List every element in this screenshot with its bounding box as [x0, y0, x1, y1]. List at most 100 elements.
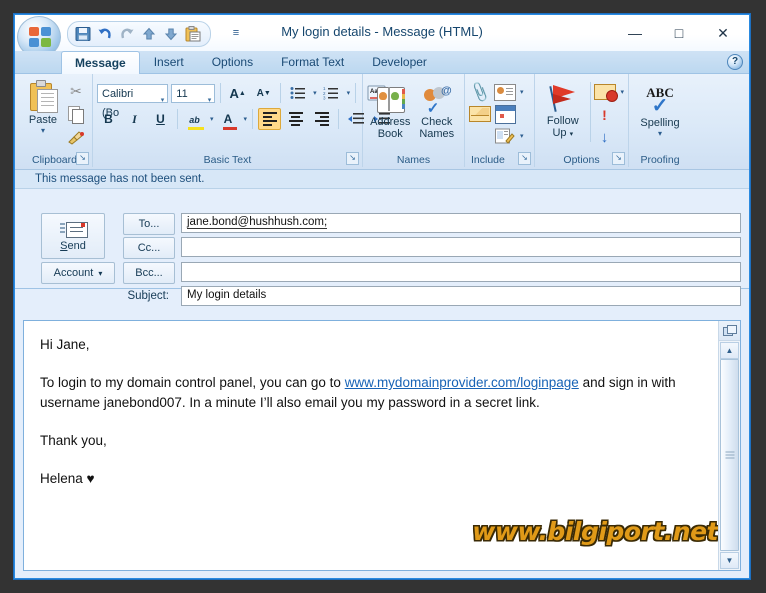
next-item-icon[interactable] — [162, 25, 180, 43]
bullets-button[interactable] — [286, 82, 309, 104]
font-size-combo[interactable]: 11 ▾ — [171, 83, 216, 104]
options-dialog-launcher[interactable]: ↘ — [612, 152, 625, 165]
align-left-button[interactable] — [258, 108, 282, 130]
attach-file-button[interactable]: 📎 — [468, 81, 491, 103]
body-text-before-link: To login to my domain control panel, you… — [40, 375, 345, 390]
follow-up-button[interactable]: Follow Up ▾ — [539, 80, 587, 141]
account-button[interactable]: Account ▾ — [41, 262, 115, 284]
qat-dropdown-icon[interactable]: ≡ — [229, 26, 243, 40]
signature-dropdown-icon[interactable]: ▾ — [520, 132, 524, 140]
align-center-icon — [288, 110, 303, 128]
tab-options[interactable]: Options — [198, 51, 267, 73]
to-input[interactable]: jane.bond@hushhush.com; — [181, 213, 741, 233]
phishing-link[interactable]: www.mydomainprovider.com/loginpage — [345, 375, 579, 390]
body-closing: Thank you, — [40, 433, 107, 448]
font-color-button[interactable]: A — [217, 108, 240, 130]
tab-format-text[interactable]: Format Text — [267, 51, 358, 73]
low-importance-button[interactable]: ↓ — [593, 128, 615, 148]
text-highlight-button[interactable]: ab — [183, 108, 206, 130]
paintbrush-icon — [67, 130, 84, 145]
high-importance-button[interactable]: ! — [593, 105, 615, 125]
compose-header-pane: Send Account ▾ To... jane.bond@hushhush.… — [15, 189, 749, 306]
minimize-button[interactable]: — — [613, 19, 657, 47]
tab-developer[interactable]: Developer — [358, 51, 441, 73]
align-center-button[interactable] — [284, 108, 307, 130]
subject-value: My login details — [187, 289, 267, 301]
help-icon[interactable]: ? — [727, 54, 743, 70]
spelling-dropdown-icon[interactable]: ▾ — [658, 130, 662, 138]
quick-access-toolbar — [67, 21, 211, 47]
undo-icon[interactable] — [96, 25, 114, 43]
copy-button[interactable] — [65, 104, 87, 124]
follow-up-dropdown-icon[interactable]: ▾ — [570, 131, 574, 138]
paste-icon[interactable] — [184, 25, 202, 43]
subject-input[interactable]: My login details — [181, 286, 741, 306]
window-controls: — □ ✕ — [613, 19, 745, 47]
previous-item-icon[interactable] — [140, 25, 158, 43]
calendar-button[interactable] — [493, 104, 517, 124]
chevron-down-icon: ▾ — [98, 268, 103, 278]
bcc-button[interactable]: Bcc... — [123, 262, 175, 284]
bcc-input[interactable] — [181, 262, 741, 282]
group-label-proofing: Proofing — [640, 154, 680, 166]
business-card-dropdown-icon[interactable]: ▾ — [520, 88, 524, 96]
signature-icon — [495, 128, 515, 144]
address-book-button[interactable]: Address Book — [367, 81, 414, 140]
basic-text-dialog-launcher[interactable]: ↘ — [346, 152, 359, 165]
scrollbar-thumb[interactable] — [720, 359, 739, 551]
attach-item-button[interactable] — [469, 104, 491, 124]
font-color-dropdown-icon[interactable]: ▾ — [244, 115, 248, 123]
scroll-down-button[interactable]: ▼ — [720, 552, 739, 569]
message-body-editor[interactable]: Hi Jane, To login to my domain control p… — [24, 321, 718, 570]
scrollbar-track[interactable] — [720, 359, 739, 551]
close-button[interactable]: ✕ — [701, 19, 745, 47]
copy-icon — [68, 106, 84, 124]
body-greeting: Hi Jane, — [40, 337, 90, 352]
cc-button[interactable]: Cc... — [123, 237, 175, 259]
clipboard-dialog-launcher[interactable]: ↘ — [76, 152, 89, 165]
tab-message[interactable]: Message — [61, 51, 140, 74]
grow-font-button[interactable]: A ▲ — [226, 82, 249, 104]
check-names-button[interactable]: @ ✓ Check Names — [414, 81, 461, 140]
numbering-button[interactable]: 123 — [320, 82, 343, 104]
send-button[interactable]: Send — [41, 213, 105, 259]
address-book-icon — [375, 84, 406, 114]
group-label-names: Names — [396, 154, 431, 166]
signature-button[interactable] — [493, 126, 517, 146]
save-icon[interactable] — [74, 25, 92, 43]
group-label-basic-text: Basic Text — [203, 154, 252, 166]
ribbon-group-options: Follow Up ▾ ▾ ! ↓ Options ↘ — [535, 74, 629, 167]
send-icon — [60, 221, 88, 238]
cc-input[interactable] — [181, 237, 741, 257]
scissors-icon: ✂ — [70, 82, 82, 99]
cut-button[interactable]: ✂ — [65, 81, 87, 101]
tab-insert[interactable]: Insert — [140, 51, 198, 73]
office-logo-icon — [29, 27, 51, 49]
italic-button[interactable]: I — [123, 108, 146, 130]
split-view-button[interactable] — [719, 321, 740, 341]
permission-button[interactable] — [593, 82, 619, 102]
split-icon — [723, 325, 737, 336]
spelling-button[interactable]: ABC ✓ Spelling ▾ — [633, 82, 687, 138]
underline-button[interactable]: U — [149, 108, 172, 130]
to-button[interactable]: To... — [123, 213, 175, 235]
font-name-combo[interactable]: Calibri (Bo ▾ — [97, 83, 169, 119]
scroll-up-button[interactable]: ▲ — [720, 342, 739, 359]
numbering-dropdown-icon[interactable]: ▾ — [347, 89, 351, 97]
business-card-button[interactable] — [493, 82, 517, 102]
paste-button[interactable]: Paste ▾ — [21, 77, 65, 135]
paste-dropdown-icon[interactable]: ▾ — [41, 127, 45, 135]
chevron-down-icon: ▾ — [207, 96, 212, 104]
include-dialog-launcher[interactable]: ↘ — [518, 152, 531, 165]
body-vertical-scrollbar[interactable]: ▲ ▼ — [718, 321, 740, 570]
calendar-icon — [494, 104, 516, 124]
highlight-dropdown-icon[interactable]: ▾ — [210, 115, 214, 123]
permission-dropdown-icon[interactable]: ▾ — [620, 88, 624, 96]
format-painter-button[interactable] — [65, 127, 87, 147]
redo-icon[interactable] — [118, 25, 136, 43]
maximize-button[interactable]: □ — [657, 19, 701, 47]
align-right-button[interactable] — [310, 108, 333, 130]
shrink-font-button[interactable]: A ▼ — [252, 82, 275, 104]
bullets-dropdown-icon[interactable]: ▾ — [313, 89, 317, 97]
high-importance-icon: ! — [602, 107, 607, 123]
